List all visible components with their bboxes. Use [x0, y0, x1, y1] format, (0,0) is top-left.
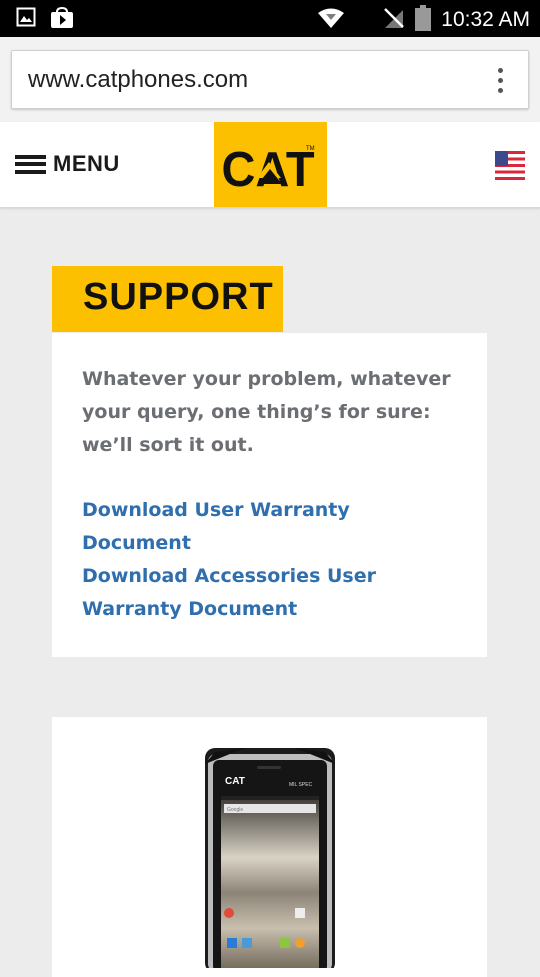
menu-button[interactable]: MENU — [15, 150, 120, 178]
menu-label[interactable]: MENU — [53, 151, 120, 177]
site-header: MENU CAT TM — [0, 122, 540, 208]
support-intro-text: Whatever your problem, whatever your que… — [82, 368, 451, 456]
phone-search-label: Google — [227, 807, 243, 813]
wifi-icon — [317, 7, 345, 33]
phone-label-text: MIL SPEC — [289, 782, 313, 788]
hamburger-icon[interactable] — [15, 154, 46, 174]
overflow-menu-icon[interactable] — [498, 68, 504, 94]
download-user-warranty-link[interactable]: Download User Warranty Document — [82, 494, 462, 560]
us-flag-icon[interactable] — [495, 151, 525, 184]
phone-brand-text: CAT — [225, 776, 245, 787]
phone-image[interactable]: CAT MIL SPEC Google — [205, 748, 335, 973]
status-bar: 10:32 AM — [0, 0, 540, 37]
address-bar[interactable]: www.catphones.com — [11, 50, 529, 109]
svg-text:TM: TM — [306, 146, 315, 152]
url-text[interactable]: www.catphones.com — [28, 66, 248, 94]
no-signal-icon — [383, 6, 405, 34]
download-accessories-warranty-link[interactable]: Download Accessories User Warranty Docum… — [82, 560, 382, 626]
play-store-icon — [50, 6, 74, 33]
support-title: SUPPORT — [83, 276, 274, 318]
browser-toolbar: www.catphones.com — [0, 37, 540, 122]
cat-logo[interactable]: CAT TM — [214, 122, 327, 207]
image-notification-icon — [16, 7, 36, 33]
support-card: Whatever your problem, whatever your que… — [52, 333, 487, 657]
battery-icon — [415, 5, 432, 35]
product-card: CAT MIL SPEC Google — [52, 717, 487, 977]
support-heading-tag: SUPPORT — [52, 266, 283, 332]
clock: 10:32 AM — [441, 8, 530, 31]
